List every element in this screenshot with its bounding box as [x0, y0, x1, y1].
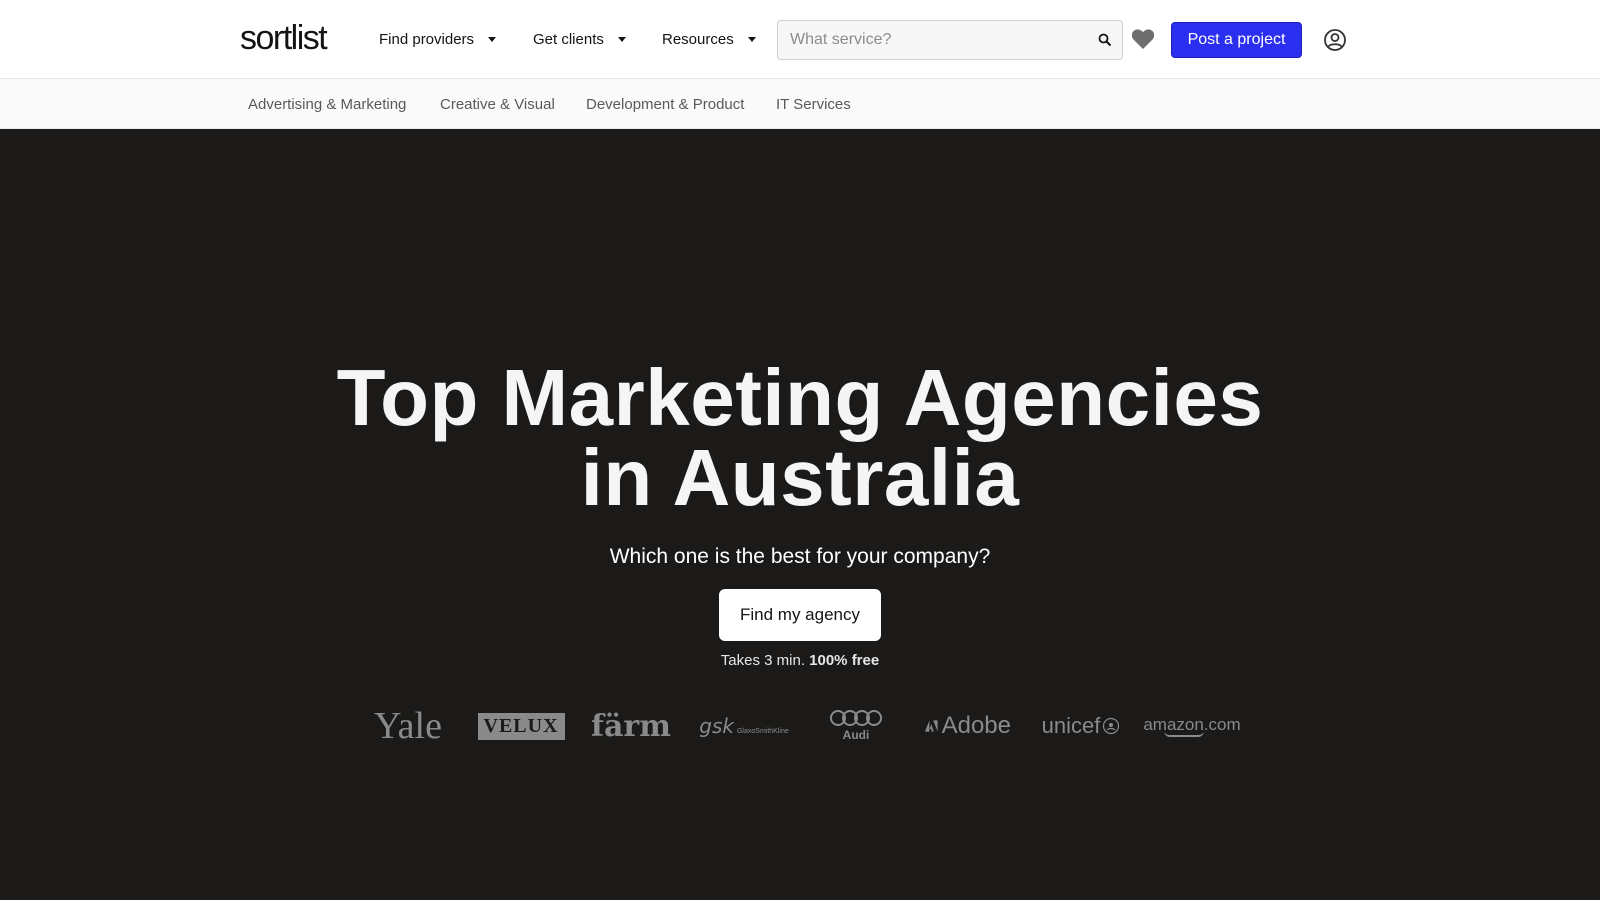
caret-down-icon [488, 36, 497, 42]
category-development-product[interactable]: Development & Product [578, 79, 752, 129]
heart-icon[interactable] [1131, 28, 1155, 50]
unicef-logo: unicef [1039, 706, 1123, 746]
hero-title: Top Marketing Agencies in Australia [0, 358, 1600, 518]
yale-logo: Yale [374, 705, 442, 747]
adobe-logo: Adobe [925, 706, 1011, 746]
nav-get-clients[interactable]: Get clients [533, 28, 626, 50]
post-project-button[interactable]: Post a project [1171, 22, 1302, 58]
audi-logo: Audi [826, 706, 886, 746]
hero-title-line1: Top Marketing Agencies [336, 353, 1264, 442]
nav-label: Resources [662, 30, 734, 48]
audi-logo-text: Audi [842, 728, 870, 742]
sortlist-logo[interactable]: sortlist [240, 18, 328, 58]
nav-resources[interactable]: Resources [662, 28, 756, 50]
unicef-emblem-icon [1103, 717, 1120, 735]
note-free: 100% free [809, 652, 880, 669]
amazon-smile-icon [1164, 731, 1204, 737]
category-bar: Advertising & Marketing Creative & Visua… [0, 79, 1600, 129]
search-input[interactable] [778, 22, 1078, 58]
note-time: Takes 3 min. [720, 652, 805, 669]
hero-title-line2: in Australia [580, 433, 1020, 522]
nav-label: Find providers [379, 30, 475, 48]
service-search [777, 20, 1123, 60]
gsk-logo-text: gsk [699, 714, 734, 738]
category-it-services[interactable]: IT Services [768, 79, 859, 129]
nav-find-providers[interactable]: Find providers [379, 28, 497, 50]
category-creative-visual[interactable]: Creative & Visual [432, 79, 563, 129]
search-icon[interactable] [1098, 33, 1112, 47]
amazon-logo: amazon.com [1143, 706, 1241, 746]
caret-down-icon [747, 36, 756, 42]
gsk-logo: gsk GlaxoSmithKline [699, 706, 788, 746]
gsk-logo-subtext: GlaxoSmithKline [736, 727, 789, 735]
hero-subtitle: Which one is the best for your company? [609, 545, 991, 568]
top-navbar: sortlist Find providers Get clients Reso… [0, 0, 1600, 79]
nav-label: Get clients [533, 30, 604, 48]
velux-logo: VELUX [477, 706, 565, 746]
velux-logo-text: VELUX [477, 712, 565, 740]
cta-note: Takes 3 min. 100% free [0, 652, 1600, 669]
adobe-logo-text: Adobe [941, 712, 1011, 739]
audi-rings-icon [830, 710, 882, 726]
find-my-agency-button[interactable]: Find my agency [719, 589, 881, 641]
user-icon[interactable] [1323, 28, 1347, 52]
caret-down-icon [617, 36, 626, 42]
farm-logo: färm [591, 708, 671, 744]
category-advertising-marketing[interactable]: Advertising & Marketing [240, 79, 414, 129]
adobe-mark-icon [925, 720, 938, 732]
unicef-logo-text: unicef [1041, 713, 1101, 738]
